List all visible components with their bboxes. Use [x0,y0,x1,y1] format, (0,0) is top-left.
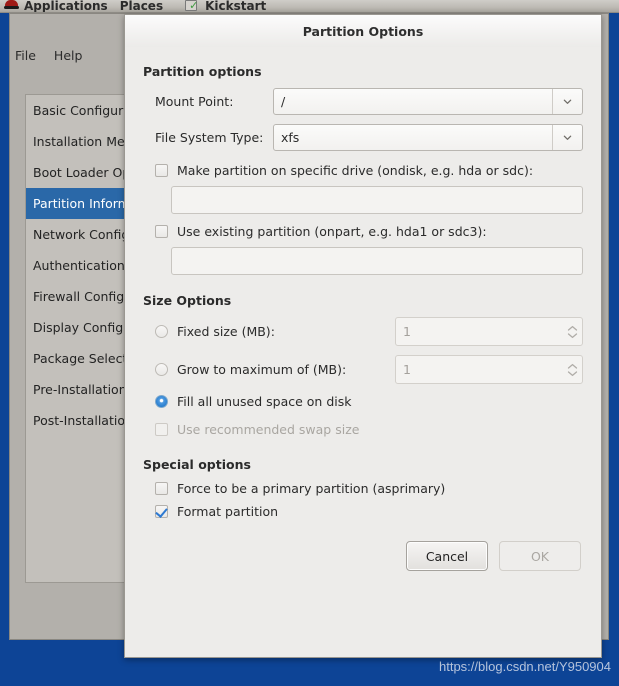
onpart-checkbox-row[interactable]: Use existing partition (onpart, e.g. hda… [143,224,583,239]
section-size-options: Size Options [143,293,232,308]
fixed-size-value: 1 [403,324,411,339]
grow-to-max-value: 1 [403,362,411,377]
format-partition-row[interactable]: Format partition [143,504,583,519]
chevron-down-icon[interactable] [552,125,582,150]
dialog-titlebar: Partition Options [125,15,601,47]
dialog-title: Partition Options [302,23,424,39]
fixed-size-radio[interactable] [155,325,168,338]
ondisk-checkbox-row[interactable]: Make partition on specific drive (ondisk… [143,163,583,178]
kickstart-window-icon: ✓ [185,0,199,12]
panel-menu-applications[interactable]: Applications [24,0,108,12]
chevron-up-icon [567,325,577,331]
ondisk-input[interactable] [171,186,583,214]
onpart-label: Use existing partition (onpart, e.g. hda… [177,224,487,239]
grow-to-max-spinner-buttons[interactable] [562,356,582,383]
dialog-button-row: Cancel OK [143,541,583,571]
asprimary-label: Force to be a primary partition (asprima… [177,481,446,496]
grow-to-max-radio[interactable] [155,363,168,376]
section-special-options: Special options [143,457,251,472]
menu-help[interactable]: Help [54,48,83,63]
grow-to-max-label: Grow to maximum of (MB): [177,362,347,377]
mount-point-label: Mount Point: [155,94,234,109]
format-partition-label: Format partition [177,504,279,519]
chevron-down-icon [567,370,577,376]
fixed-size-spinner[interactable]: 1 [395,317,583,346]
file-system-type-combobox[interactable]: xfs [273,124,583,151]
desktop-background: Applications Places ✓ Kickstart File Hel… [0,0,619,686]
fixed-size-row[interactable]: Fixed size (MB): 1 [143,317,583,346]
watermark-text: https://blog.csdn.net/Y950904 [438,659,611,674]
ondisk-label: Make partition on specific drive (ondisk… [177,163,534,178]
fixed-size-spinner-buttons[interactable] [562,318,582,345]
recommended-swap-checkbox [155,423,168,436]
panel-menu-places[interactable]: Places [120,0,163,12]
dialog-body: Partition options Mount Point: / File Sy… [125,64,601,571]
partition-options-dialog[interactable]: Partition Options Partition options Moun… [124,14,602,658]
recommended-swap-row: Use recommended swap size [143,422,583,437]
gnome-top-panel[interactable]: Applications Places ✓ Kickstart [0,0,619,13]
mount-point-combobox[interactable]: / [273,88,583,115]
ondisk-checkbox[interactable] [155,164,168,177]
fill-all-row[interactable]: Fill all unused space on disk [143,394,583,409]
asprimary-row[interactable]: Force to be a primary partition (asprima… [143,481,583,496]
mount-point-row: Mount Point: / [143,88,583,115]
file-system-type-label: File System Type: [155,130,264,145]
asprimary-checkbox[interactable] [155,482,168,495]
grow-to-max-row[interactable]: Grow to maximum of (MB): 1 [143,355,583,384]
onpart-checkbox[interactable] [155,225,168,238]
chevron-down-icon[interactable] [552,89,582,114]
panel-window-kickstart[interactable]: ✓ Kickstart [185,0,274,12]
file-system-type-value: xfs [281,130,300,145]
file-system-type-row: File System Type: xfs [143,124,583,151]
fill-all-radio[interactable] [155,395,168,408]
red-hat-icon [4,0,20,12]
grow-to-max-spinner[interactable]: 1 [395,355,583,384]
chevron-down-icon [567,332,577,338]
cancel-button[interactable]: Cancel [406,541,488,571]
onpart-input[interactable] [171,247,583,275]
panel-window-kickstart-label: Kickstart [205,0,267,13]
fixed-size-label: Fixed size (MB): [177,324,275,339]
mount-point-value: / [281,94,286,109]
ok-button[interactable]: OK [499,541,581,571]
menu-file[interactable]: File [15,48,36,63]
recommended-swap-label: Use recommended swap size [177,422,360,437]
format-partition-checkbox[interactable] [155,505,168,518]
section-partition-options: Partition options [143,64,262,79]
chevron-up-icon [567,363,577,369]
fill-all-label: Fill all unused space on disk [177,394,352,409]
